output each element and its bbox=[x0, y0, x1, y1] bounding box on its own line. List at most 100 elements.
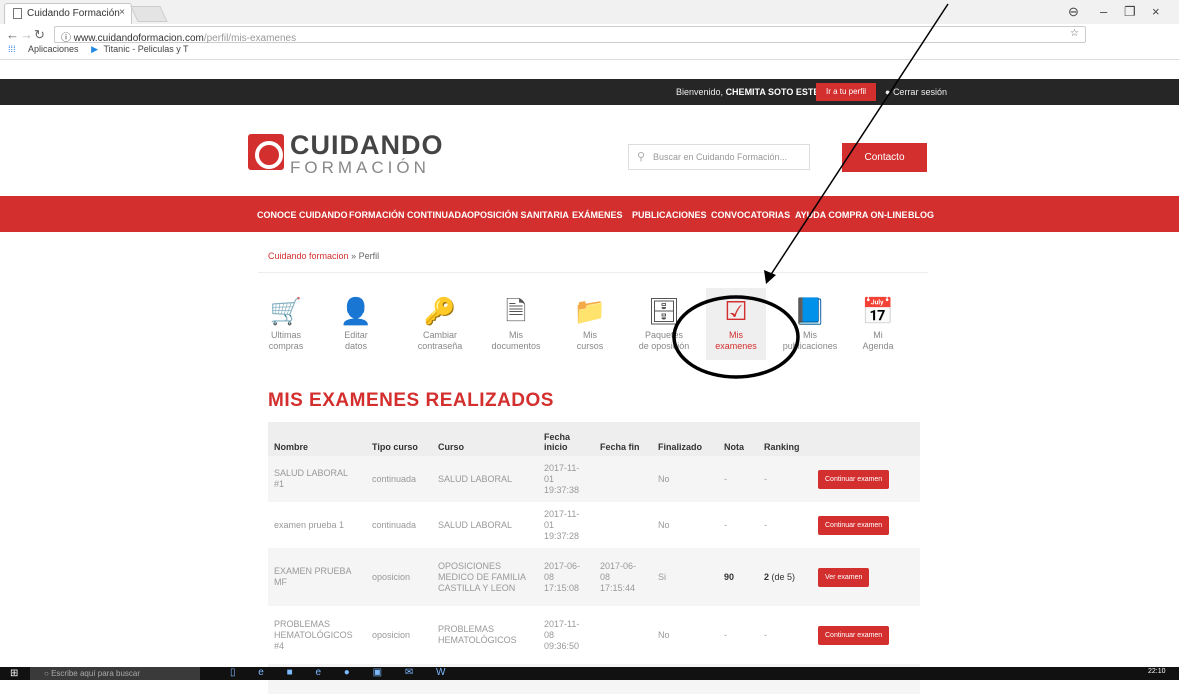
new-tab-button[interactable] bbox=[130, 6, 168, 22]
forward-icon[interactable]: → bbox=[20, 27, 33, 42]
cell-curso: PROBLEMAS HEMATOLÓGICOS bbox=[438, 624, 517, 645]
browser-tab[interactable]: Cuidando Formación × bbox=[4, 3, 132, 24]
site-logo[interactable]: CUIDANDO FORMACIÓN bbox=[248, 130, 448, 182]
folder-icon: 📁 bbox=[573, 296, 607, 326]
cell-ranking: 2 (de 5) bbox=[758, 548, 812, 606]
browser-tab-strip: Cuidando Formación × ⊖ – ❐ × bbox=[0, 0, 1179, 24]
cell-fin bbox=[594, 456, 652, 502]
col-ranking: Ranking bbox=[764, 442, 800, 452]
windows-start-icon[interactable]: ⊞ bbox=[10, 668, 18, 679]
cell-nombre: EXAMEN PRUEBA MF bbox=[274, 566, 352, 587]
cell-finalizado: Si bbox=[658, 571, 667, 582]
continuar-examen-button[interactable]: Continuar examen bbox=[818, 515, 890, 535]
taskbar-search-placeholder: Escribe aquí para buscar bbox=[51, 669, 140, 678]
bookmark-titanic[interactable]: Titanic - Peliculas y T bbox=[104, 44, 189, 54]
menu-item-examenes[interactable]: EXÁMENES bbox=[572, 210, 623, 220]
account-icon[interactable]: ⊖ bbox=[1068, 4, 1079, 20]
logout-link[interactable]: ● Cerrar sesión bbox=[885, 87, 947, 97]
cell-ranking: - bbox=[764, 519, 767, 530]
taskbar-clock: 22:10 bbox=[1148, 668, 1166, 675]
ranking-value: 2 bbox=[764, 571, 770, 582]
nav-mis-examenes[interactable]: ☑ Mis examenes bbox=[706, 288, 766, 360]
nav-editar-datos[interactable]: 👤 Editar datos bbox=[326, 296, 386, 352]
menu-item-conoce[interactable]: CONOCE CUIDANDO bbox=[257, 210, 348, 220]
ver-examen-button[interactable]: Ver examen bbox=[818, 567, 870, 587]
section-title: MIS EXAMENES REALIZADOS bbox=[268, 390, 554, 411]
close-tab-icon[interactable]: × bbox=[119, 7, 125, 18]
menu-item-blog[interactable]: BLOG bbox=[908, 210, 934, 220]
nav-label: examenes bbox=[715, 341, 757, 351]
cell-curso: SALUD LABORAL bbox=[438, 519, 513, 530]
menu-item-convocatorias[interactable]: CONVOCATORIAS bbox=[711, 210, 790, 220]
close-window-icon[interactable]: × bbox=[1152, 4, 1160, 19]
url-path: /perfil/mis-examenes bbox=[203, 33, 297, 44]
user-icon: 👤 bbox=[339, 296, 373, 326]
cell-nombre: PROBLEMAS HEMATOLÓGICOS #4 bbox=[274, 618, 353, 651]
nav-mi-agenda[interactable]: 📅 Mi Agenda bbox=[848, 296, 908, 352]
cell-inicio: 2017-11-08 09:36:50 bbox=[544, 618, 580, 651]
nav-label: de oposición bbox=[638, 341, 690, 351]
reload-icon[interactable]: ↻ bbox=[34, 27, 45, 43]
nav-mis-cursos[interactable]: 📁 Mis cursos bbox=[560, 296, 620, 352]
continuar-examen-button[interactable]: Continuar examen bbox=[818, 469, 890, 489]
restore-icon[interactable]: ❐ bbox=[1124, 4, 1136, 20]
cell-curso: OPOSICIONES MEDICO DE FAMILIA CASTILLA Y… bbox=[438, 560, 526, 593]
logout-label: Cerrar sesión bbox=[892, 87, 947, 97]
taskbar-apps[interactable]: ▯ e ■ e ● ▣ ✉ W bbox=[230, 667, 455, 678]
nav-label: documentos bbox=[491, 341, 541, 351]
cell-nota: - bbox=[724, 629, 727, 640]
cell-inicio: 2017-11-01 19:37:28 bbox=[544, 508, 580, 541]
cell-tipo: oposicion bbox=[372, 571, 411, 582]
cell-fin bbox=[594, 502, 652, 548]
nav-label: Paquetes bbox=[644, 330, 684, 340]
col-fecha-inicio: Fecha inicio bbox=[544, 432, 571, 452]
play-icon: ▶ bbox=[91, 44, 98, 54]
nav-paquetes-oposicion[interactable]: 🗄 Paquetes de oposición bbox=[634, 296, 694, 352]
menu-item-publicaciones[interactable]: PUBLICACIONES bbox=[632, 210, 707, 220]
info-icon: ⓘ bbox=[61, 33, 74, 44]
nav-mis-publicaciones[interactable]: 📘 Mis publicaciones bbox=[780, 296, 840, 352]
continuar-examen-button[interactable]: Continuar examen bbox=[818, 625, 890, 645]
cell-finalizado: No bbox=[658, 629, 670, 640]
search-icon: ○ bbox=[44, 669, 52, 678]
cell-nota: - bbox=[724, 519, 727, 530]
cell-ranking: - bbox=[764, 473, 767, 484]
nav-cambiar-contrasena[interactable]: 🔑 Cambiar contraseña bbox=[410, 296, 470, 352]
contact-button[interactable]: Contacto bbox=[842, 143, 927, 172]
user-bar: Bienvenido, CHEMITA SOTO ESTEBAN Ir a tu… bbox=[0, 79, 1179, 105]
welcome-label: Bienvenido, bbox=[676, 87, 724, 97]
tab-title: Cuidando Formación bbox=[27, 8, 120, 19]
taskbar-search-input[interactable]: ○ Escribe aquí para buscar bbox=[30, 667, 200, 680]
col-finalizado: Finalizado bbox=[658, 442, 703, 452]
table-header-row: Nombre Tipo curso Curso Fecha inicio Fec… bbox=[268, 422, 920, 456]
cart-icon: 🛒 bbox=[269, 296, 303, 326]
nav-label: Mis bbox=[509, 330, 523, 340]
book-icon: 📘 bbox=[793, 296, 827, 326]
url-bar[interactable]: ⓘ www.cuidandoformacion.com/perfil/mis-e… bbox=[54, 26, 1086, 44]
page-icon bbox=[13, 8, 22, 19]
divider bbox=[258, 272, 928, 273]
nav-label: contraseña bbox=[417, 341, 463, 351]
search-placeholder: Buscar en Cuidando Formación... bbox=[653, 152, 788, 162]
nav-label: Mi bbox=[873, 330, 883, 340]
nav-ultimas-compras[interactable]: 🛒 Ultimas compras bbox=[256, 296, 316, 352]
minimize-icon[interactable]: – bbox=[1100, 4, 1107, 19]
col-fecha-fin: Fecha fin bbox=[600, 442, 640, 452]
profile-button[interactable]: Ir a tu perfil bbox=[816, 83, 876, 101]
breadcrumb-home[interactable]: Cuidando formacion bbox=[268, 251, 349, 261]
cell-nota: - bbox=[724, 473, 727, 484]
bookmark-star-icon[interactable]: ☆ bbox=[1070, 28, 1079, 39]
col-curso: Curso bbox=[438, 442, 465, 452]
menu-item-formacion[interactable]: FORMACIÓN CONTINUADA bbox=[349, 210, 468, 220]
menu-item-ayuda[interactable]: AYUDA COMPRA ON-LINE bbox=[795, 210, 908, 220]
checkbox-checked-icon: ☑ bbox=[724, 296, 748, 326]
cell-nombre: SALUD LABORAL #1 bbox=[274, 468, 348, 489]
search-input[interactable]: ⚲ Buscar en Cuidando Formación... bbox=[628, 144, 810, 170]
table-row: EXAMEN PRUEBA MF oposicion OPOSICIONES M… bbox=[268, 548, 920, 606]
back-icon[interactable]: ← bbox=[6, 27, 19, 42]
bookmark-apps[interactable]: Aplicaciones bbox=[28, 44, 79, 54]
nav-mis-documentos[interactable]: 🗎 Mis documentos bbox=[486, 296, 546, 352]
cell-tipo: oposicion bbox=[372, 629, 411, 640]
nav-label: publicaciones bbox=[782, 341, 838, 351]
menu-item-oposicion[interactable]: OPOSICIÓN SANITARIA bbox=[467, 210, 569, 220]
